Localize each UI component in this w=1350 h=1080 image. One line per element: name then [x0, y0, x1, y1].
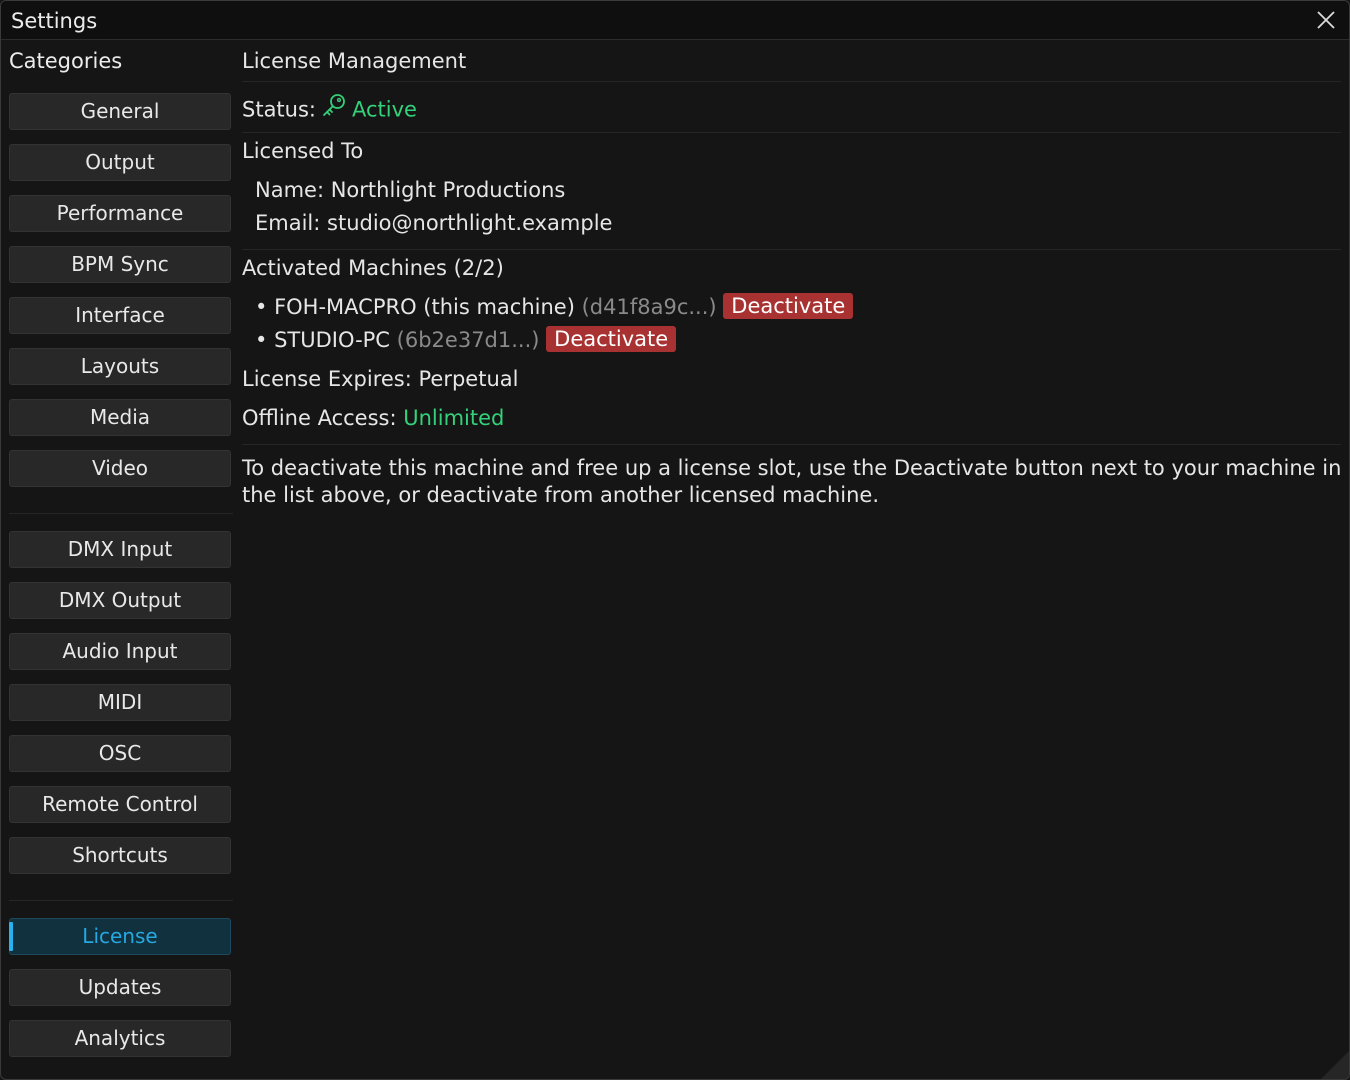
license-expires: License Expires: Perpetual — [242, 367, 519, 391]
license-panel: License Management Status: Active License… — [242, 40, 1341, 1079]
licensee-name: Name: Northlight Productions — [255, 178, 566, 202]
resize-grip-icon — [1321, 1051, 1349, 1079]
category-video[interactable]: Video — [9, 450, 231, 487]
category-osc[interactable]: OSC — [9, 735, 231, 772]
section-divider — [242, 249, 1341, 250]
window-title: Settings — [11, 9, 98, 33]
category-updates[interactable]: Updates — [9, 969, 231, 1006]
categories-sidebar: Categories General Output Performance BP… — [1, 40, 239, 1079]
sidebar-divider — [9, 513, 233, 514]
category-general[interactable]: General — [9, 93, 231, 130]
section-divider — [242, 132, 1341, 133]
deactivate-button[interactable]: Deactivate — [723, 293, 854, 319]
category-performance[interactable]: Performance — [9, 195, 231, 232]
deactivate-button[interactable]: Deactivate — [546, 326, 677, 352]
status-label: Status: — [242, 97, 316, 122]
category-bpm-sync[interactable]: BPM Sync — [9, 246, 231, 283]
offline-access-value: Unlimited — [403, 406, 505, 430]
category-analytics[interactable]: Analytics — [9, 1020, 231, 1057]
offline-access-label: Offline Access: — [242, 406, 397, 430]
title-bar: Settings — [1, 1, 1349, 40]
settings-window: Settings Categories General Output Perfo… — [0, 0, 1350, 1080]
status-value: Active — [352, 97, 417, 122]
category-media[interactable]: Media — [9, 399, 231, 436]
category-output[interactable]: Output — [9, 144, 231, 181]
close-button[interactable] — [1313, 7, 1339, 33]
category-dmx-output[interactable]: DMX Output — [9, 582, 231, 619]
status-row: Status: Active — [242, 94, 417, 127]
section-divider — [242, 444, 1341, 445]
licensed-to-heading: Licensed To — [242, 139, 364, 163]
categories-heading: Categories — [9, 49, 123, 73]
machine-id: (d41f8a9c...) — [581, 295, 717, 319]
category-remote-control[interactable]: Remote Control — [9, 786, 231, 823]
machine-name: STUDIO-PC — [274, 328, 390, 352]
key-icon — [320, 91, 348, 124]
machine-name: FOH-MACPRO (this machine) — [274, 295, 575, 319]
resize-grip[interactable] — [1321, 1051, 1349, 1079]
sidebar-divider — [9, 900, 233, 901]
deactivate-info-text: To deactivate this machine and free up a… — [242, 456, 1342, 507]
category-license[interactable]: License — [9, 918, 231, 955]
offline-access-row: Offline Access: Unlimited — [242, 406, 504, 430]
close-icon — [1317, 11, 1335, 29]
category-shortcuts[interactable]: Shortcuts — [9, 837, 231, 874]
machines-heading: Activated Machines (2/2) — [242, 256, 504, 280]
machine-row: • STUDIO-PC (6b2e37d1...) Deactivate — [255, 326, 677, 354]
machine-id: (6b2e37d1...) — [396, 328, 540, 352]
machine-row: • FOH-MACPRO (this machine) (d41f8a9c...… — [255, 293, 854, 321]
category-dmx-input[interactable]: DMX Input — [9, 531, 231, 568]
category-layouts[interactable]: Layouts — [9, 348, 231, 385]
category-audio-input[interactable]: Audio Input — [9, 633, 231, 670]
category-interface[interactable]: Interface — [9, 297, 231, 334]
licensee-email: Email: studio@northlight.example — [255, 211, 613, 235]
section-divider — [242, 81, 1341, 82]
panel-title: License Management — [242, 49, 467, 73]
category-midi[interactable]: MIDI — [9, 684, 231, 721]
